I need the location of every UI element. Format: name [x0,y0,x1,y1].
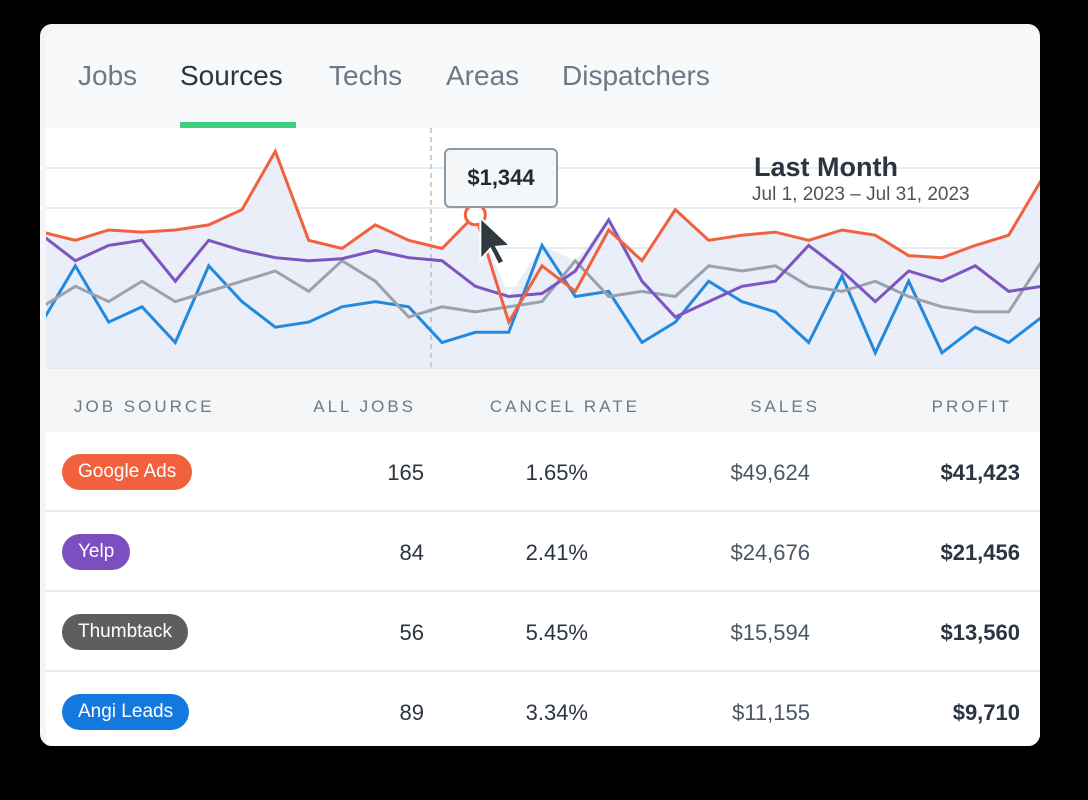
jobs-cell: 84 [399,540,424,565]
sources-panel: Jobs Sources Techs Areas Dispatchers $1,… [46,30,1040,746]
jobs-cell: 89 [399,700,424,725]
period-title: Last Month [754,152,898,182]
tab-sources[interactable]: Sources [180,60,283,92]
tooltip-value: $1,344 [467,165,535,190]
header-all-jobs: ALL JOBS [313,397,416,416]
header-cancel-rate: CANCEL RATE [489,397,640,416]
tab-areas[interactable]: Areas [446,60,519,92]
jobs-cell: 165 [387,460,424,485]
header-sales: SALES [750,397,820,416]
sales-cell: $11,155 [732,700,810,725]
tab-bar: Jobs Sources Techs Areas Dispatchers [46,30,1040,128]
table-row[interactable]: Yelp 84 2.41% $24,676 $21,456 [46,512,1040,592]
jobs-cell: 56 [399,620,424,645]
table-row[interactable]: Google Ads 165 1.65% $49,624 $41,423 [46,432,1040,512]
table-header: JOB SOURCE ALL JOBS CANCEL RATE SALES PR… [46,368,1040,432]
table-row[interactable]: Angi Leads 89 3.34% $11,155 $9,710 [46,672,1040,746]
header-profit: PROFIT [931,397,1012,416]
profit-cell: $41,423 [940,460,1020,485]
profit-cell: $13,560 [940,620,1020,645]
source-badge[interactable]: Thumbtack [62,614,188,650]
chart-tooltip: $1,344 [444,148,558,208]
source-badge[interactable]: Angi Leads [62,694,190,730]
cancel-rate-cell: 3.34% [525,700,588,725]
profit-cell: $9,710 [952,700,1020,725]
source-badge[interactable]: Google Ads [62,454,193,490]
header-job-source: JOB SOURCE [74,397,215,416]
sales-cell: $24,676 [730,540,810,565]
cancel-rate-cell: 2.41% [525,540,588,565]
tab-dispatchers[interactable]: Dispatchers [562,60,710,92]
source-badge[interactable]: Yelp [62,534,131,570]
tab-techs[interactable]: Techs [329,60,402,92]
cancel-rate-cell: 5.45% [525,620,588,645]
table-row[interactable]: Thumbtack 56 5.45% $15,594 $13,560 [46,592,1040,672]
sales-cell: $15,594 [730,620,810,645]
cancel-rate-cell: 1.65% [525,460,588,485]
period-range: Jul 1, 2023 – Jul 31, 2023 [752,184,970,205]
sources-card: Jobs Sources Techs Areas Dispatchers $1,… [40,24,1040,746]
sales-cell: $49,624 [730,460,810,485]
tab-jobs[interactable]: Jobs [78,60,137,92]
profit-cell: $21,456 [940,540,1020,565]
